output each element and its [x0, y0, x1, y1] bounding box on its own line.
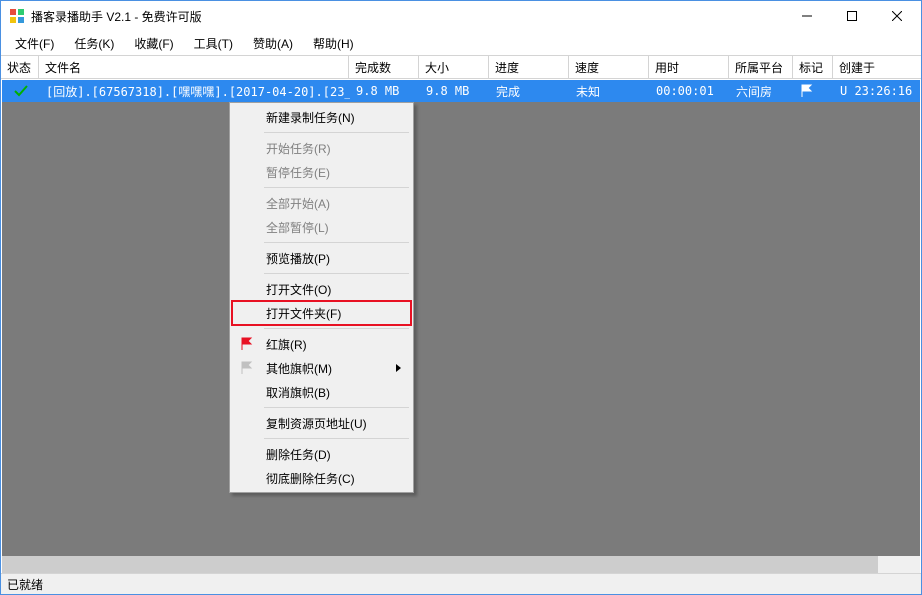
cell-status: [2, 80, 40, 102]
cm-separator: [264, 242, 409, 243]
menubar: 文件(F) 任务(K) 收藏(F) 工具(T) 赞助(A) 帮助(H): [1, 31, 921, 55]
cm-separator: [264, 328, 409, 329]
window-controls: [784, 2, 919, 30]
scrollbar-corner: [903, 556, 920, 573]
cell-size: 9.8 MB: [420, 80, 490, 102]
cell-name: [回放].[67567318].[嘿嘿嘿].[2017-04-20].[23_1…: [40, 80, 350, 102]
cm-open-folder[interactable]: 打开文件夹(F): [232, 301, 411, 325]
menu-donate[interactable]: 赞助(A): [243, 32, 303, 55]
table-row[interactable]: [回放].[67567318].[嘿嘿嘿].[2017-04-20].[23_1…: [2, 80, 920, 102]
cm-other-flags-label: 其他旗帜(M): [266, 360, 332, 377]
submenu-arrow-icon: [396, 364, 401, 372]
context-menu: 新建录制任务(N) 开始任务(R) 暂停任务(E) 全部开始(A) 全部暂停(L…: [229, 102, 414, 493]
red-flag-icon: [237, 335, 255, 353]
cm-copy-source-url[interactable]: 复制资源页地址(U): [232, 411, 411, 435]
flag-icon: [800, 84, 814, 98]
cm-permadelete-task[interactable]: 彻底删除任务(C): [232, 466, 411, 490]
cell-created: U 23:26:16: [834, 80, 920, 102]
minimize-button[interactable]: [784, 2, 829, 30]
cell-done: 9.8 MB: [350, 80, 420, 102]
maximize-button[interactable]: [829, 2, 874, 30]
cm-preview-play[interactable]: 预览播放(P): [232, 246, 411, 270]
col-header-speed[interactable]: 速度: [569, 56, 649, 78]
task-list: [回放].[67567318].[嘿嘿嘿].[2017-04-20].[23_1…: [2, 80, 920, 573]
titlebar: 播客录播助手 V2.1 - 免费许可版: [1, 1, 921, 31]
check-icon: [14, 84, 28, 98]
columns-header: 状态 文件名 完成数 大小 进度 速度 用时 所属平台 标记 创建于: [1, 55, 921, 79]
col-header-status[interactable]: 状态: [1, 56, 39, 78]
cm-separator: [264, 187, 409, 188]
scrollbar-thumb[interactable]: [2, 556, 878, 573]
cm-start-all: 全部开始(A): [232, 191, 411, 215]
col-header-done[interactable]: 完成数: [349, 56, 419, 78]
cm-delete-task[interactable]: 删除任务(D): [232, 442, 411, 466]
col-header-time[interactable]: 用时: [649, 56, 729, 78]
cm-red-flag-label: 红旗(R): [266, 336, 307, 353]
menu-help[interactable]: 帮助(H): [303, 32, 364, 55]
col-header-flag[interactable]: 标记: [793, 56, 833, 78]
col-header-platform[interactable]: 所属平台: [729, 56, 793, 78]
cell-time: 00:00:01: [650, 80, 730, 102]
app-icon: [9, 8, 25, 24]
cm-separator: [264, 407, 409, 408]
gray-flag-icon: [237, 359, 255, 377]
cell-flag: [794, 80, 834, 102]
cm-pause-task: 暂停任务(E): [232, 160, 411, 184]
cm-pause-all: 全部暂停(L): [232, 215, 411, 239]
close-button[interactable]: [874, 2, 919, 30]
cm-separator: [264, 132, 409, 133]
col-header-progress[interactable]: 进度: [489, 56, 569, 78]
cm-other-flags[interactable]: 其他旗帜(M): [232, 356, 411, 380]
cell-platform: 六间房: [730, 80, 794, 102]
menu-file[interactable]: 文件(F): [5, 32, 64, 55]
menu-tools[interactable]: 工具(T): [184, 32, 243, 55]
cm-red-flag[interactable]: 红旗(R): [232, 332, 411, 356]
menu-favorites[interactable]: 收藏(F): [124, 32, 183, 55]
statusbar: 已就绪: [1, 573, 921, 594]
col-header-name[interactable]: 文件名: [39, 56, 349, 78]
menu-task[interactable]: 任务(K): [64, 32, 124, 55]
cm-new-record-task[interactable]: 新建录制任务(N): [232, 105, 411, 129]
status-text: 已就绪: [7, 576, 43, 593]
col-header-created[interactable]: 创建于: [833, 56, 921, 78]
cm-separator: [264, 438, 409, 439]
cell-progress: 完成: [490, 80, 570, 102]
cm-separator: [264, 273, 409, 274]
cell-speed: 未知: [570, 80, 650, 102]
cm-open-file[interactable]: 打开文件(O): [232, 277, 411, 301]
col-header-size[interactable]: 大小: [419, 56, 489, 78]
horizontal-scrollbar[interactable]: [2, 556, 903, 573]
cm-start-task: 开始任务(R): [232, 136, 411, 160]
cm-cancel-flag[interactable]: 取消旗帜(B): [232, 380, 411, 404]
window-title: 播客录播助手 V2.1 - 免费许可版: [31, 8, 784, 25]
